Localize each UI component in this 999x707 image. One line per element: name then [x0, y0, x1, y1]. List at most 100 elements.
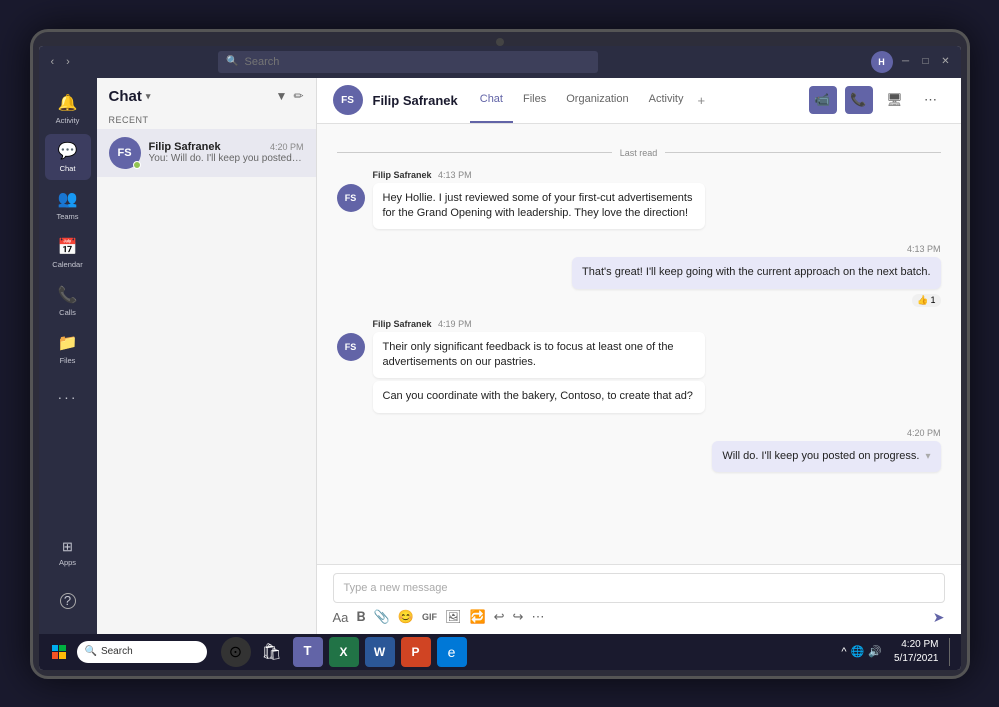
volume-icon[interactable]: 🔊: [868, 645, 882, 658]
undo-button[interactable]: ↩: [494, 609, 505, 625]
msg-avatar-3: FS: [337, 333, 365, 361]
message-placeholder: Type a new message: [344, 582, 448, 594]
loop-button[interactable]: 🔁: [469, 609, 485, 625]
start-button[interactable]: [45, 638, 73, 666]
files-icon: 📁: [58, 333, 78, 353]
sidebar-item-calls[interactable]: 📞 Calls: [45, 278, 91, 324]
title-search-bar[interactable]: 🔍: [218, 51, 598, 73]
teams-icon: 👥: [58, 189, 78, 209]
format-button[interactable]: Aa: [333, 610, 349, 625]
sidebar-item-more[interactable]: ···: [45, 374, 91, 420]
chat-list-item[interactable]: FS Filip Safranek 4:20 PM You: Will do. …: [97, 129, 316, 177]
chat-main: FS Filip Safranek Chat Files Organizatio…: [317, 78, 961, 634]
chat-title-label: Chat: [109, 88, 142, 105]
taskbar-powerpoint[interactable]: P: [401, 637, 431, 667]
msg-bubble-3a: Their only significant feedback is to fo…: [373, 332, 705, 379]
sender-name-3: Filip Safranek: [373, 319, 432, 329]
chat-title-chevron: ▾: [146, 91, 151, 102]
audio-call-button[interactable]: 📞: [845, 86, 873, 114]
tab-files[interactable]: Files: [513, 78, 556, 124]
more-actions-button[interactable]: ⋯: [917, 86, 945, 114]
msg-time-3: 4:19 PM: [438, 319, 472, 329]
sidebar-item-files[interactable]: 📁 Files: [45, 326, 91, 372]
bold-button[interactable]: 𝐁: [356, 609, 365, 625]
chat-item-initials: FS: [117, 147, 131, 159]
msg-time-1: 4:13 PM: [438, 170, 472, 180]
emoji-button[interactable]: 😊: [398, 609, 414, 625]
sidebar-item-calendar[interactable]: 📅 Calendar: [45, 230, 91, 276]
gif-button[interactable]: GIF: [422, 612, 437, 622]
maximize-button[interactable]: □: [919, 55, 933, 69]
tab-chat[interactable]: Chat: [470, 78, 513, 124]
phone-icon: 📞: [850, 92, 866, 108]
chat-list-header: Chat ▾ ▼ ✏: [97, 78, 316, 111]
sticker-button[interactable]: 🖼: [445, 609, 462, 625]
status-badge: [133, 161, 141, 169]
options-button[interactable]: ⋯: [531, 609, 544, 625]
windows-logo: [52, 645, 66, 659]
taskbar-cortana[interactable]: ⊙: [221, 637, 251, 667]
user-avatar[interactable]: H: [871, 51, 893, 73]
video-call-button[interactable]: 📹: [809, 86, 837, 114]
sidebar-item-apps[interactable]: ⊞ Apps: [45, 530, 91, 576]
message-toolbar: Aa 𝐁 📎 😊 GIF 🖼 🔁 ↩ ↪ ⋯ ➤: [333, 609, 945, 626]
last-read-divider: Last read: [337, 148, 941, 158]
screen-share-button[interactable]: 🖥: [881, 86, 909, 114]
msg-content-3: Filip Safranek 4:19 PM Their only signif…: [373, 319, 705, 416]
search-input[interactable]: [245, 56, 591, 68]
add-tab-button[interactable]: +: [693, 93, 709, 108]
sidebar-item-help[interactable]: ?: [45, 578, 91, 624]
activity-icon: 🔔: [58, 93, 78, 113]
taskbar-apps: ⊙ 🛍 T X W P e: [221, 637, 467, 667]
sidebar-item-activity[interactable]: 🔔 Activity: [45, 86, 91, 132]
sidebar-item-chat[interactable]: 💬 Chat: [45, 134, 91, 180]
app-container: 🔔 Activity 💬 Chat 👥 Teams 📅 Calendar 📞: [39, 78, 961, 634]
contact-name: Filip Safranek: [373, 93, 458, 108]
msg-reaction-2: 👍 1: [912, 294, 940, 307]
taskbar-edge[interactable]: e: [437, 637, 467, 667]
send-button[interactable]: ➤: [933, 609, 945, 626]
taskbar-teams[interactable]: T: [293, 637, 323, 667]
chat-item-preview: You: Will do. I'll keep you posted on pr…: [149, 153, 304, 164]
message-group-2: 4:13 PM That's great! I'll keep going wi…: [337, 244, 941, 306]
chat-item-top: Filip Safranek 4:20 PM: [149, 141, 304, 153]
message-input-box[interactable]: Type a new message: [333, 573, 945, 603]
clock-time: 4:20 PM: [894, 638, 939, 652]
tab-activity[interactable]: Activity: [639, 78, 694, 124]
reaction-count: 1: [930, 295, 935, 305]
taskbar-store[interactable]: 🛍: [257, 637, 287, 667]
msg-bubble-3b: Can you coordinate with the bakery, Cont…: [373, 381, 705, 412]
msg-text-4: Will do. I'll keep you posted on progres…: [722, 449, 919, 464]
msg-sender-time-3: Filip Safranek 4:19 PM: [373, 319, 705, 329]
sidebar-label-activity: Activity: [56, 116, 80, 125]
chat-item-content: Filip Safranek 4:20 PM You: Will do. I'l…: [149, 141, 304, 164]
sidebar-label-files: Files: [60, 356, 76, 365]
close-button[interactable]: ✕: [939, 55, 953, 69]
taskbar-excel[interactable]: X: [329, 637, 359, 667]
clock-date: 5/17/2021: [894, 652, 939, 666]
minimize-button[interactable]: ─: [899, 55, 913, 69]
sidebar-item-teams[interactable]: 👥 Teams: [45, 182, 91, 228]
taskbar-search[interactable]: 🔍 Search: [77, 641, 207, 663]
new-chat-button[interactable]: ✏: [293, 89, 303, 103]
message-group-3: FS Filip Safranek 4:19 PM Their only sig…: [337, 319, 941, 416]
chat-header-avatar: FS: [333, 85, 363, 115]
attach-button[interactable]: 📎: [374, 609, 390, 625]
messages-area[interactable]: Last read FS Filip Safranek 4:13 PM Hey …: [317, 124, 961, 564]
screen: ‹ › 🔍 H ─ □ ✕ 🔔 Activity: [39, 46, 961, 670]
tray-up-arrow[interactable]: ^: [841, 646, 846, 658]
taskbar-word[interactable]: W: [365, 637, 395, 667]
tab-organization[interactable]: Organization: [556, 78, 638, 124]
filter-button[interactable]: ▼: [276, 89, 288, 103]
back-arrow[interactable]: ‹: [47, 54, 59, 70]
msg-bubble-1: Hey Hollie. I just reviewed some of your…: [373, 183, 705, 230]
forward-arrow[interactable]: ›: [62, 54, 74, 70]
network-icon[interactable]: 🌐: [851, 645, 865, 658]
message-input-area: Type a new message Aa 𝐁 📎 😊 GIF 🖼 🔁 ↩ ↪ …: [317, 564, 961, 634]
chat-list-actions: ▼ ✏: [276, 89, 304, 103]
sender-name-1: Filip Safranek: [373, 170, 432, 180]
reaction-emoji: 👍: [917, 295, 928, 306]
show-desktop-button[interactable]: [949, 638, 955, 666]
redo-button[interactable]: ↪: [513, 609, 524, 625]
taskbar-clock[interactable]: 4:20 PM 5/17/2021: [894, 638, 939, 666]
